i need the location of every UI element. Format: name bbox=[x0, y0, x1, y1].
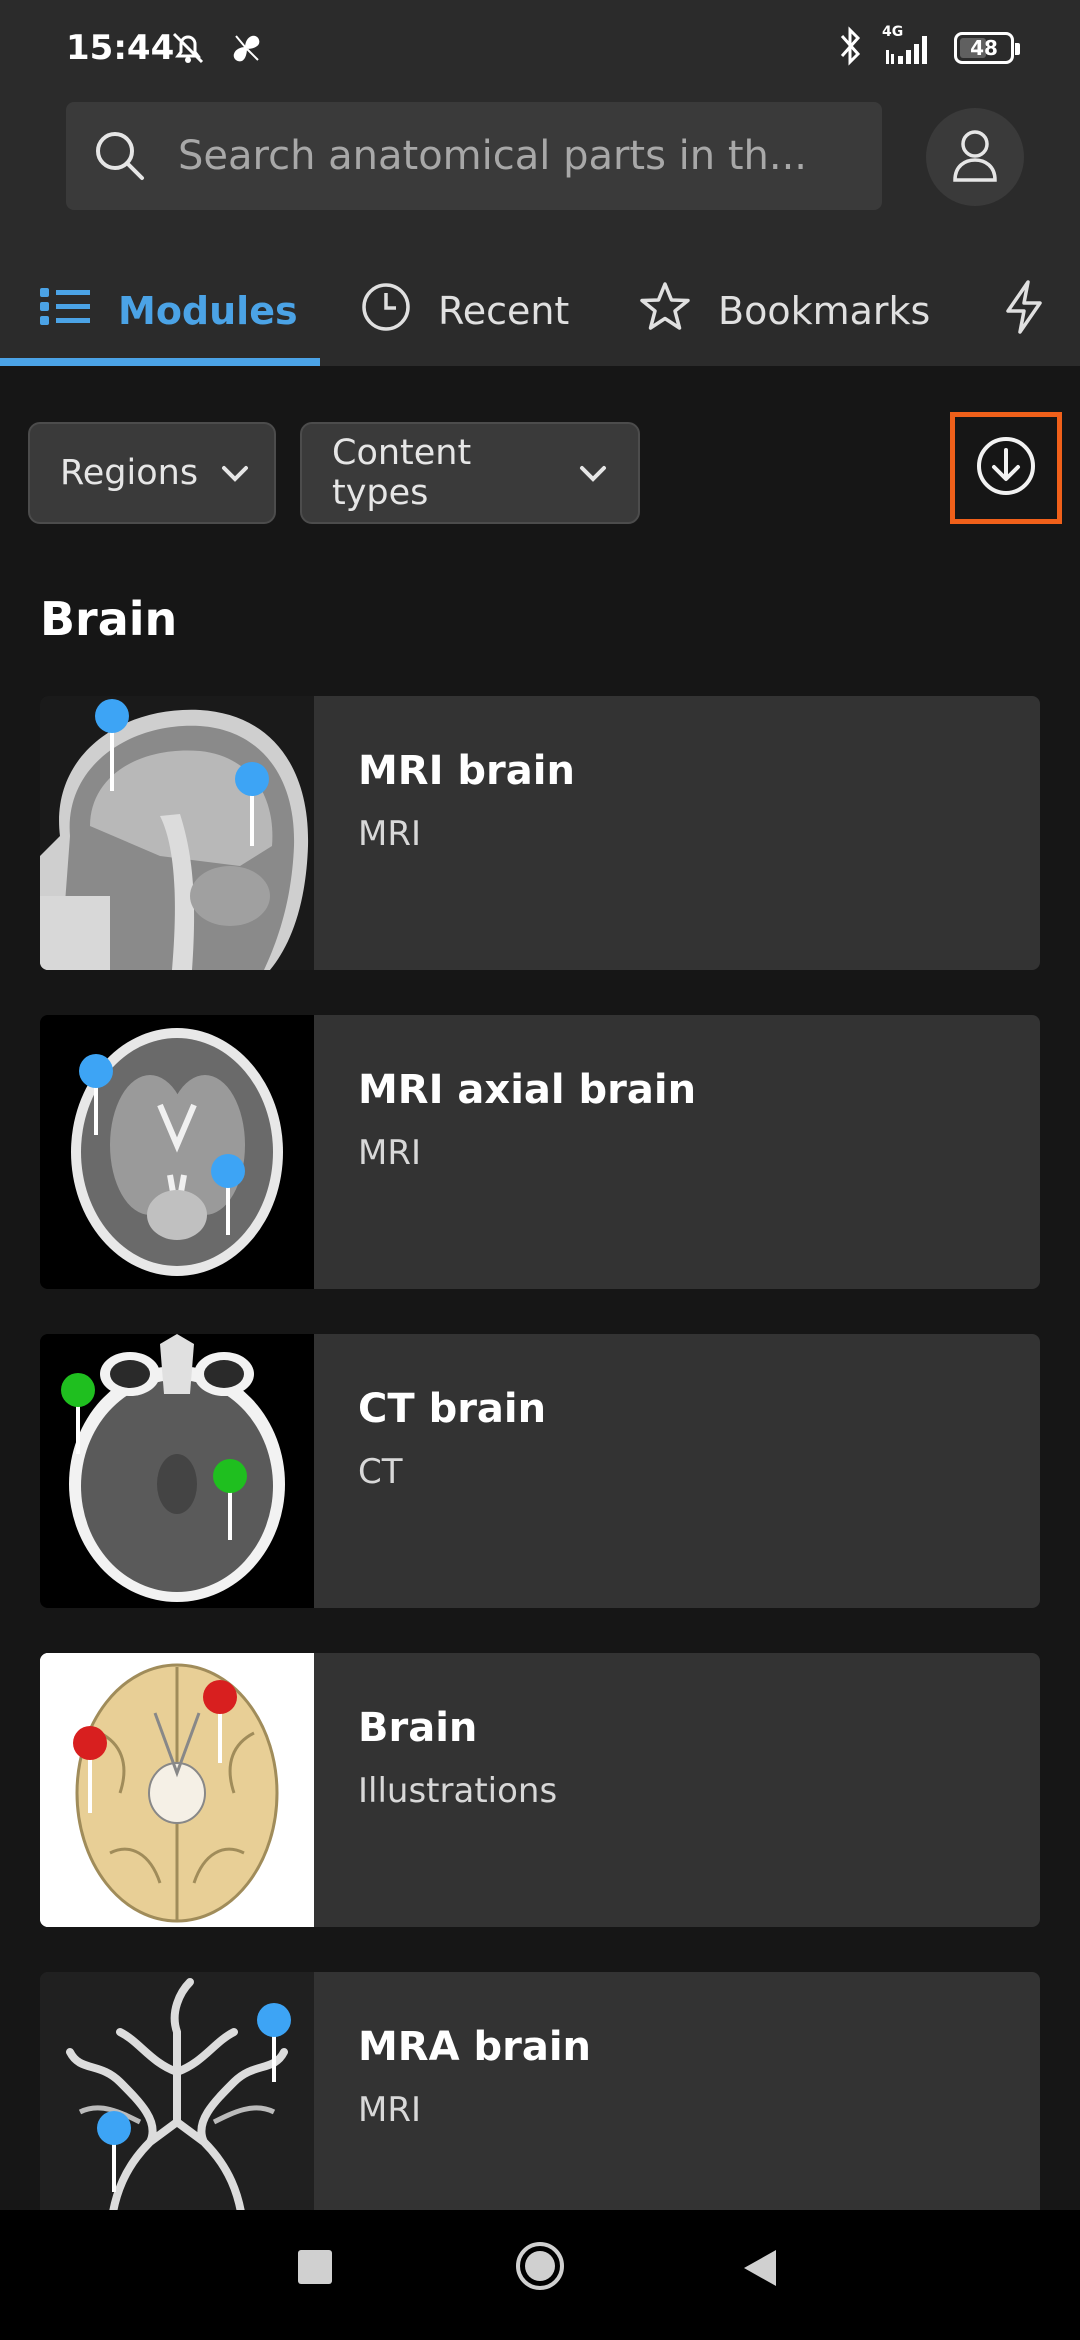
home-button[interactable] bbox=[514, 2240, 566, 2292]
tab-bookmarks-label: Bookmarks bbox=[718, 289, 931, 333]
module-title: MRI brain bbox=[358, 748, 575, 794]
tab-bookmarks[interactable]: Bookmarks bbox=[638, 256, 930, 366]
list-icon bbox=[40, 287, 118, 335]
bell-off-icon bbox=[168, 28, 208, 72]
clock-icon bbox=[360, 281, 438, 342]
regions-filter[interactable]: Regions bbox=[28, 422, 276, 524]
module-title: CT brain bbox=[358, 1386, 547, 1432]
back-button[interactable] bbox=[742, 2248, 778, 2288]
module-card[interactable]: MRI axial brain MRI bbox=[40, 1015, 1040, 1289]
search-bar[interactable] bbox=[66, 102, 882, 210]
pinwheel-icon bbox=[226, 28, 266, 72]
battery-indicator: 48 bbox=[954, 32, 1020, 64]
tab-quick[interactable] bbox=[1000, 256, 1074, 366]
module-subtitle: MRI bbox=[358, 814, 421, 854]
module-card[interactable]: MRA brain MRI bbox=[40, 1972, 1040, 2246]
lightning-icon bbox=[1000, 279, 1074, 344]
module-thumbnail bbox=[40, 1972, 314, 2246]
module-thumbnail bbox=[40, 1334, 314, 1608]
search-input[interactable] bbox=[176, 132, 860, 180]
module-title: MRI axial brain bbox=[358, 1067, 697, 1113]
module-card[interactable]: CT brain CT bbox=[40, 1334, 1040, 1608]
section-title: Brain bbox=[40, 592, 178, 646]
star-icon bbox=[638, 281, 718, 342]
chevron-down-icon bbox=[198, 453, 250, 493]
regions-filter-label: Regions bbox=[60, 453, 199, 493]
module-thumbnail bbox=[40, 696, 314, 970]
tab-modules-label: Modules bbox=[118, 289, 298, 333]
module-card[interactable]: Brain Illustrations bbox=[40, 1653, 1040, 1927]
module-card[interactable]: MRI brain MRI bbox=[40, 696, 1040, 970]
active-tab-indicator bbox=[0, 358, 320, 366]
module-thumbnail bbox=[40, 1015, 314, 1289]
chevron-down-icon bbox=[556, 453, 608, 493]
module-title: Brain bbox=[358, 1705, 478, 1751]
module-thumbnail bbox=[40, 1653, 314, 1927]
download-button[interactable] bbox=[950, 412, 1062, 524]
module-subtitle: CT bbox=[358, 1452, 403, 1492]
signal-icon: 4G bbox=[882, 24, 936, 68]
profile-button[interactable] bbox=[926, 108, 1024, 206]
module-subtitle: MRI bbox=[358, 1133, 421, 1173]
tab-recent-label: Recent bbox=[438, 289, 570, 333]
bluetooth-icon bbox=[838, 26, 864, 70]
status-icons-left bbox=[168, 28, 266, 72]
system-nav-bar bbox=[0, 2210, 1080, 2340]
user-icon bbox=[950, 128, 1000, 186]
tab-recent[interactable]: Recent bbox=[360, 256, 569, 366]
search-icon bbox=[92, 128, 148, 184]
recents-button[interactable] bbox=[298, 2250, 332, 2284]
tab-modules[interactable]: Modules bbox=[40, 256, 298, 366]
status-bar: 15:44 4G 48 bbox=[0, 0, 1080, 100]
module-title: MRA brain bbox=[358, 2024, 592, 2070]
module-subtitle: Illustrations bbox=[358, 1771, 558, 1811]
module-subtitle: MRI bbox=[358, 2090, 421, 2130]
tab-bar: Modules Recent Bookmarks bbox=[0, 256, 1080, 366]
content-types-filter[interactable]: Content types bbox=[300, 422, 640, 524]
status-time: 15:44 bbox=[66, 28, 175, 68]
battery-level: 48 bbox=[970, 36, 998, 60]
content-types-filter-label: Content types bbox=[332, 433, 472, 513]
status-icons-right: 4G 48 bbox=[838, 24, 1020, 70]
download-icon bbox=[974, 434, 1038, 502]
